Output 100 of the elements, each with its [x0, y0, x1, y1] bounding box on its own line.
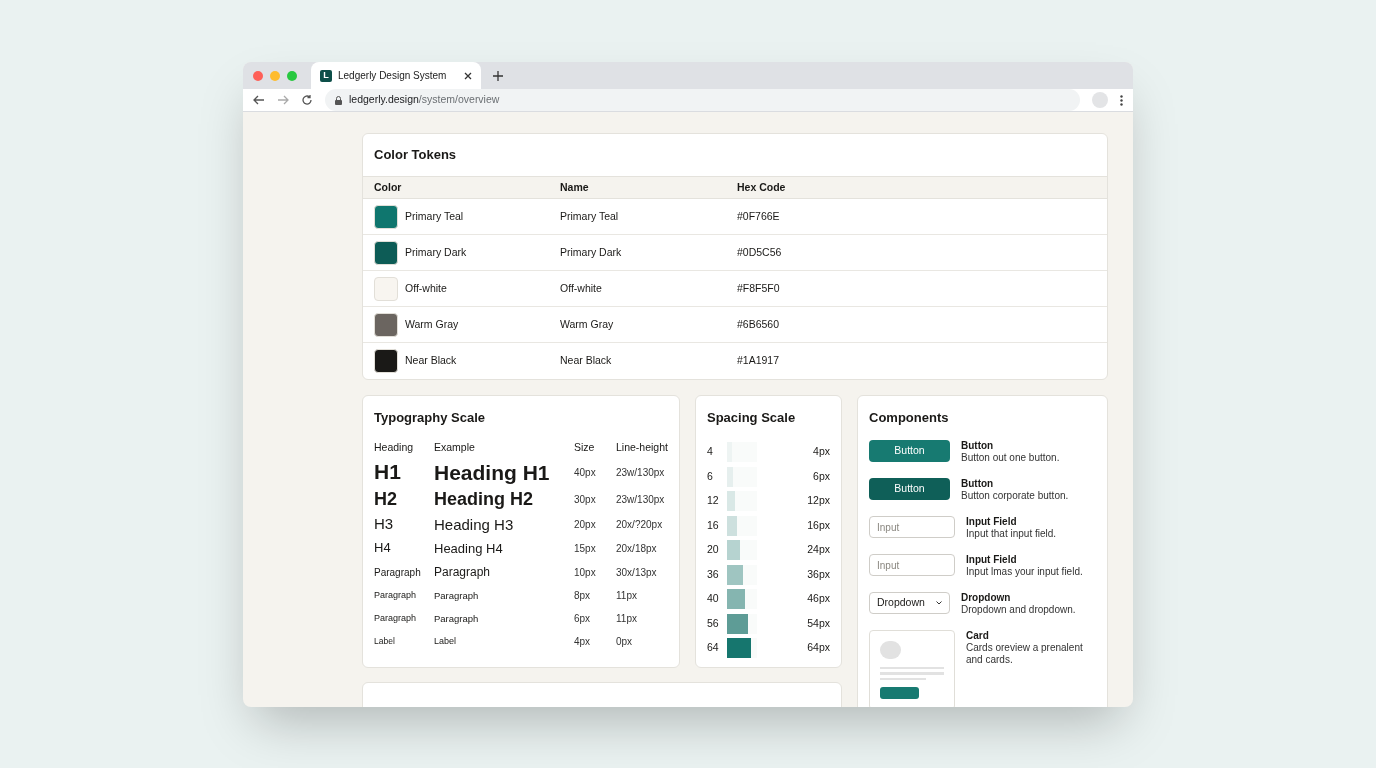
table-cell-text: 36	[707, 566, 720, 582]
table-cell-text: #F8F5F0	[737, 280, 781, 296]
table-cell-text: 64	[707, 640, 720, 656]
card-title: Typography Scale	[374, 409, 485, 428]
table-cell: Near Black	[405, 353, 457, 369]
table-cell-text: 6	[707, 468, 714, 484]
table-cell-text: 20x/?20px	[616, 517, 664, 532]
dropdown[interactable]: Dropdown	[869, 592, 950, 614]
reload-icon[interactable]	[301, 94, 313, 106]
component-name: Button	[961, 440, 995, 452]
type-label: Paragraph	[374, 611, 418, 625]
column-header: Line-height	[616, 440, 668, 455]
type-label: Label	[374, 635, 396, 649]
table-cell-text: 4px	[574, 635, 592, 649]
component-description: Dropdown and dropdown.	[961, 604, 1077, 616]
component-name: Button	[961, 478, 995, 490]
table-cell-text: 40	[707, 591, 720, 607]
new-tab-icon[interactable]	[493, 70, 503, 81]
card-title: Components	[869, 409, 949, 428]
sample-button[interactable]: Button	[869, 478, 950, 500]
component-description: Button corporate button.	[961, 490, 1070, 502]
column-header: Color	[374, 179, 403, 195]
table-cell-text: 12	[707, 493, 720, 509]
card-title: Color Tokens	[374, 146, 457, 165]
table-cell-text: 20x/18px	[616, 541, 658, 556]
component-description: Cards oreview a prenalent and cards.	[966, 642, 1084, 666]
input-field[interactable]: Input	[869, 554, 955, 576]
table-cell-text: 11px	[616, 612, 638, 626]
table-cell-text: 12px	[806, 493, 830, 509]
type-label: H2	[374, 487, 398, 511]
table-cell-text: 30px	[574, 492, 597, 507]
input-field[interactable]: Input	[869, 516, 955, 538]
tab-title: Ledgerly Design System	[338, 69, 448, 83]
more-menu-icon[interactable]	[1120, 94, 1123, 106]
type-example: Paragraph	[434, 566, 492, 578]
type-example: Paragraph	[434, 613, 480, 624]
type-example: Heading H2	[434, 490, 535, 508]
table-cell-text: 0px	[616, 635, 634, 649]
close-icon[interactable]	[464, 71, 472, 80]
type-example: Paragraph	[434, 590, 480, 601]
table-cell-text: #0D5C56	[737, 244, 783, 260]
component-name: Dropdown	[961, 592, 1012, 604]
lock-icon	[335, 95, 342, 105]
table-cell-text: 23w/130px	[616, 465, 666, 480]
table-cell-text: 20px	[574, 517, 597, 532]
column-header: Hex Code	[737, 179, 787, 195]
card-title: Spacing Scale	[707, 409, 796, 428]
column-header: Size	[574, 440, 596, 455]
component-name: Input Field	[966, 516, 1018, 528]
table-cell-text: Off-white	[405, 280, 447, 296]
chevron-down-icon	[936, 601, 942, 605]
table-cell-text: Primary Dark	[405, 244, 467, 260]
table-cell-text: #1A1917	[737, 353, 781, 369]
table-cell-text: 56	[707, 615, 720, 631]
table-cell-text: 23w/130px	[616, 492, 666, 507]
table-cell-text: #0F766E	[737, 208, 781, 224]
address-bar[interactable]: ledgerly.design/system/overview	[325, 89, 1080, 111]
component-description: Input lmas your input field.	[966, 566, 1084, 578]
table-cell-text: 15px	[574, 541, 597, 556]
site-logo: L	[320, 69, 332, 82]
table-cell-text: 36px	[806, 566, 830, 582]
type-label: Paragraph	[374, 588, 418, 602]
component-description: Button out one button.	[961, 452, 1061, 464]
table-cell-text: 8px	[574, 589, 592, 603]
table-cell-text: Primary Dark	[560, 244, 623, 260]
browser-tab[interactable]: L Ledgerly Design System	[311, 62, 481, 89]
type-example: Heading H3	[434, 516, 515, 532]
table-cell-text: Near Black	[560, 353, 613, 369]
table-cell-text: 6px	[574, 612, 592, 626]
table-cell-text: 11px	[616, 589, 638, 603]
table-cell-text: 64px	[806, 640, 830, 656]
type-example: Heading H1	[434, 461, 551, 483]
column-header: Name	[560, 179, 590, 195]
type-example: Label	[434, 637, 458, 646]
table-cell-text: Off-white	[560, 280, 603, 296]
table-cell-text: 20	[707, 542, 720, 558]
type-label: H4	[374, 539, 392, 558]
table-cell-text: 24px	[806, 542, 830, 558]
avatar-placeholder	[880, 641, 901, 659]
sample-button[interactable]: Button	[869, 440, 950, 462]
table-cell-text: 30x/13px	[616, 565, 658, 580]
type-label: Paragraph	[374, 565, 422, 580]
component-description: Input that input field.	[966, 528, 1058, 540]
table-cell-text: Warm Gray	[560, 316, 615, 332]
column-header: Example	[434, 440, 476, 455]
table-cell-text: 4px	[812, 444, 830, 460]
url-text: ledgerly.design/system/overview	[349, 92, 500, 108]
column-header: Heading	[374, 440, 415, 455]
table-cell-text: 54px	[806, 615, 830, 631]
back-arrow-icon[interactable]	[253, 94, 265, 106]
table-cell-text: 46px	[806, 591, 830, 607]
component-name: Input Field	[966, 554, 1018, 566]
type-example: Heading H4	[434, 541, 504, 555]
component-name: Card	[966, 630, 990, 642]
table-cell-text: Primary Teal	[405, 208, 464, 224]
type-label: H1	[374, 459, 402, 486]
table-cell-text: 16	[707, 517, 720, 533]
table-cell-text: #6B6560	[737, 316, 781, 332]
table-cell-text: 40px	[574, 465, 597, 480]
table-cell-text: Primary Teal	[560, 208, 620, 224]
